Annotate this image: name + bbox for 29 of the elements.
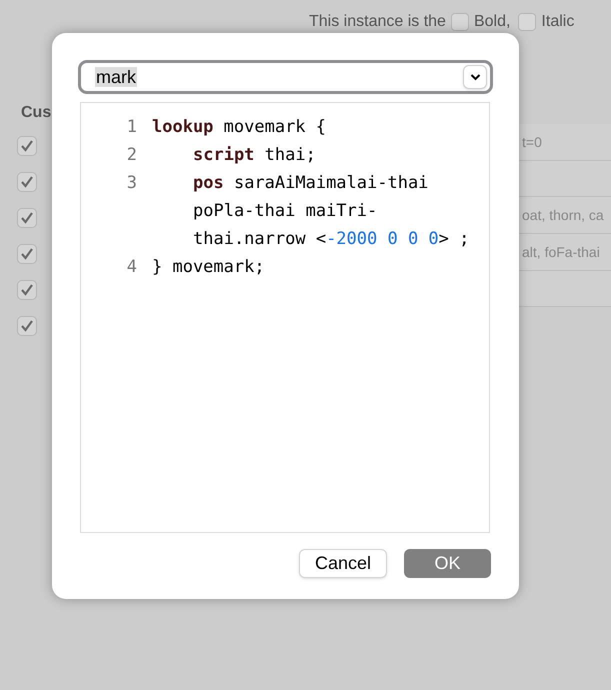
cancel-button[interactable]: Cancel bbox=[299, 549, 387, 578]
code-line: } movemark; bbox=[152, 256, 266, 279]
table-cell-text: alt, foFa-thai bbox=[522, 242, 600, 262]
checkbox[interactable] bbox=[450, 13, 469, 31]
section-heading: Cus bbox=[21, 103, 52, 123]
ok-button[interactable]: OK bbox=[404, 549, 491, 578]
instance-label: This instance is the bbox=[309, 12, 446, 32]
line-number: 3 bbox=[126, 172, 138, 195]
checkbox[interactable] bbox=[17, 136, 37, 156]
table-cell-text: t=0 bbox=[522, 132, 542, 152]
option-label: Bold, bbox=[474, 12, 510, 32]
code-line: script thai; bbox=[193, 144, 317, 167]
feature-dropdown[interactable]: mark bbox=[78, 60, 493, 94]
table-cell-text: oat, thorn, ca bbox=[522, 206, 604, 224]
checkbox[interactable] bbox=[17, 316, 37, 336]
checkbox[interactable] bbox=[17, 208, 37, 228]
line-number: 1 bbox=[126, 116, 138, 139]
code-line: lookup movemark { bbox=[152, 116, 328, 139]
checkbox[interactable] bbox=[518, 13, 536, 31]
checkbox[interactable] bbox=[17, 244, 37, 264]
code-line: pos saraAiMaimalai-thai poPla-thai maiTri-thai.narrow <-2000 0 0 0> ; bbox=[193, 172, 470, 251]
line-number: 2 bbox=[126, 144, 138, 167]
option-label: Italic bbox=[541, 12, 574, 32]
checkbox[interactable] bbox=[17, 172, 37, 192]
chevron-down-icon[interactable] bbox=[463, 65, 487, 89]
code-editor[interactable]: 1 lookup movemark { 2 script thai; 3 pos saraAiMaimalai-thai poPla-thai maiTri-thai.narrow <-2000 0 0 0> ; 4 } movemark; bbox=[80, 102, 490, 533]
dropdown-value: mark bbox=[95, 66, 137, 86]
line-number: 4 bbox=[126, 256, 138, 279]
checkbox[interactable] bbox=[17, 280, 37, 300]
